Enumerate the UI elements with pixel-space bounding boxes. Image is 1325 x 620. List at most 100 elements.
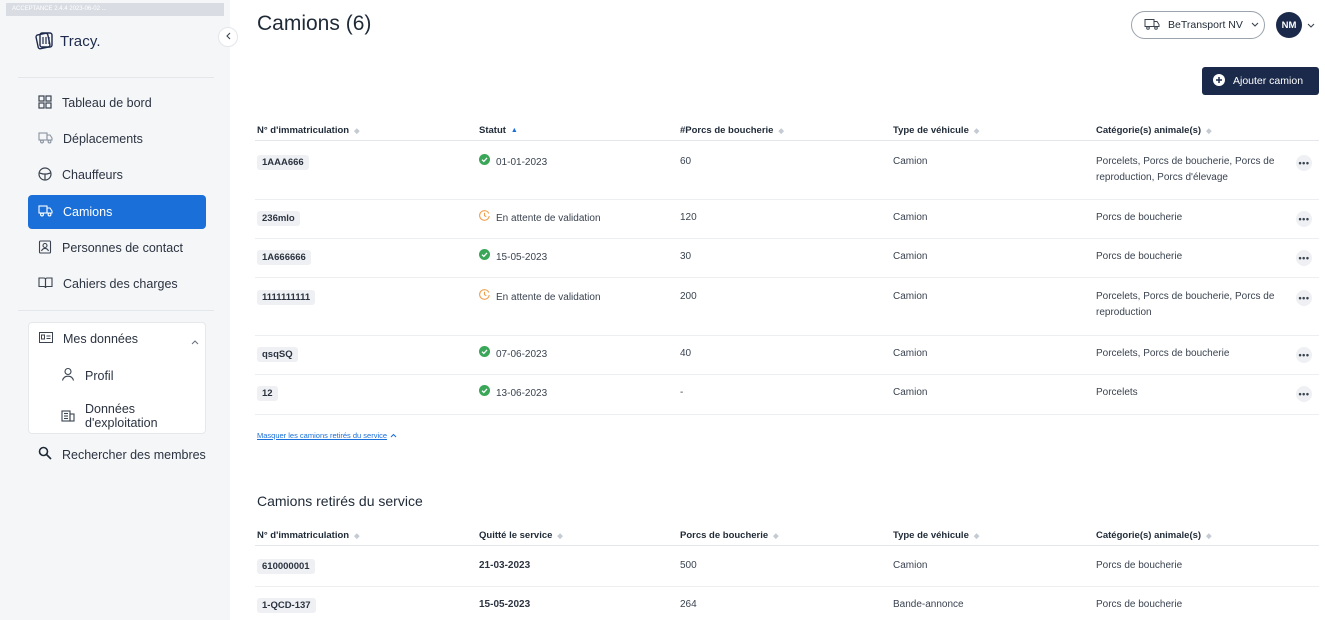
avatar[interactable]: NM (1276, 12, 1302, 38)
sidebar-collapse-button[interactable] (218, 27, 238, 47)
sidebar-item-dashboard[interactable]: Tableau de bord (28, 86, 206, 120)
my-data-label: Mes données (63, 332, 139, 346)
company-name: BeTransport NV (1168, 19, 1243, 31)
sort-icon: ◆ (773, 532, 779, 540)
sidebar-item-label: Personnes de contact (62, 241, 183, 255)
pigs-count: 30 (680, 251, 692, 262)
animal-categories: Porcelets, Porcs de boucherie, Porcs de … (1096, 291, 1275, 318)
column-header[interactable]: Catégorie(s) animale(s) ◆ (1096, 530, 1211, 541)
trucks-table-header: N° d'immatriculation ◆ Statut ▲ #Porcs de … (255, 121, 1319, 141)
chevron-down-icon[interactable] (1307, 20, 1315, 32)
chevron-up-icon (191, 334, 199, 348)
check-circle-icon (479, 249, 490, 266)
status-cell: En attente de validation (479, 289, 601, 306)
sidebar-divider (18, 310, 214, 311)
vehicle-type: Camion (893, 212, 928, 223)
column-header[interactable]: Type de véhicule ◆ (893, 530, 979, 541)
sort-icon: ◆ (354, 532, 360, 540)
animal-categories: Porcs de boucherie (1096, 560, 1183, 571)
column-label: Catégorie(s) animale(s) (1096, 530, 1202, 541)
sidebar-item-operation-data[interactable]: Données d'exploitation (61, 402, 205, 430)
hide-retired-link[interactable]: Masquer les camions retirés du service (257, 431, 397, 440)
sidebar-item-trips[interactable]: Déplacements (28, 122, 206, 156)
animal-categories: Porcs de boucherie (1096, 251, 1183, 262)
pigs-count: 200 (680, 291, 697, 302)
plate-number: 1A666666 (257, 250, 311, 265)
search-members-item[interactable]: Rechercher des membres (38, 446, 206, 463)
column-header[interactable]: Catégorie(s) animale(s) ◆ (1096, 125, 1211, 136)
id-card-icon (39, 332, 53, 346)
sort-icon: ◆ (973, 532, 980, 540)
sidebar-item-contacts[interactable]: Personnes de contact (28, 231, 206, 265)
table-row[interactable]: 1-QCD-137 15-05-2023 264 Bande-annonce P… (255, 587, 1319, 620)
pigs-count: 60 (680, 156, 692, 167)
sidebar-item-specifications[interactable]: Cahiers des charges (28, 267, 206, 301)
table-row[interactable]: qsqSQ 07-06-2023 40 Camion Porcelets, Po… (255, 336, 1319, 375)
column-header[interactable]: #Porcs de boucherie ◆ (680, 125, 784, 136)
table-row[interactable]: 1A666666 15-05-2023 30 Camion Porcs de b… (255, 239, 1319, 278)
row-actions-button[interactable]: ••• (1296, 290, 1312, 306)
pigs-count: 120 (680, 212, 697, 223)
table-row[interactable]: 610000001 21-03-2023 500 Camion Porcs de… (255, 548, 1319, 587)
table-row[interactable]: 236mlo En attente de validation 120 Cami… (255, 200, 1319, 239)
book-icon (38, 276, 53, 292)
search-icon (38, 446, 52, 463)
vehicle-type: Camion (893, 560, 928, 571)
status-cell: 01-01-2023 (479, 154, 547, 171)
retired-section-title: Camions retirés du service (257, 493, 423, 509)
row-actions-button[interactable]: ••• (1296, 155, 1312, 171)
building-icon (61, 408, 75, 425)
column-header[interactable]: Statut ▲ (479, 125, 518, 136)
table-row[interactable]: 12 13-06-2023 - Camion Porcelets ••• (255, 375, 1319, 415)
column-label: N° d'immatriculation (257, 125, 350, 136)
animal-categories: Porcelets, Porcs de boucherie, Porcs de … (1096, 156, 1275, 183)
check-circle-icon (479, 154, 490, 171)
pigs-count: - (680, 387, 684, 398)
row-actions-button[interactable]: ••• (1296, 347, 1312, 363)
sidebar-item-drivers[interactable]: Chauffeurs (28, 158, 206, 192)
status-text: 07-06-2023 (496, 348, 548, 360)
status-text: En attente de validation (496, 212, 601, 224)
sidebar-item-label: Déplacements (63, 132, 143, 146)
column-header[interactable]: Quitté le service ◆ (479, 530, 563, 541)
row-actions-button[interactable]: ••• (1296, 250, 1312, 266)
add-truck-button[interactable]: Ajouter camion (1202, 67, 1319, 95)
sort-icon: ◆ (1206, 532, 1212, 540)
my-data-toggle[interactable]: Mes données (39, 332, 199, 346)
sidebar-item-trucks[interactable]: Camions (28, 195, 206, 229)
retired-table-header: N° d'immatriculation ◆ Quitté le service ◆… (255, 526, 1319, 546)
dashboard-icon (38, 94, 52, 112)
column-header[interactable]: Porcs de boucherie ◆ (680, 530, 779, 541)
chevron-left-icon (225, 31, 231, 43)
plate-number: qsqSQ (257, 347, 298, 362)
column-header[interactable]: N° d'immatriculation ◆ (257, 530, 360, 541)
check-circle-icon (479, 346, 490, 363)
column-header[interactable]: Type de véhicule ◆ (893, 125, 979, 136)
table-row[interactable]: 1111111111 En attente de validation 200 … (255, 278, 1319, 336)
column-label: Catégorie(s) animale(s) (1096, 125, 1202, 136)
sidebar-item-profile[interactable]: Profil (61, 367, 113, 384)
app-logo[interactable]: Tracy. (34, 29, 101, 54)
row-actions-button[interactable]: ••• (1296, 211, 1312, 227)
sort-icon: ◆ (354, 127, 360, 135)
add-truck-label: Ajouter camion (1233, 75, 1304, 87)
sidebar-item-label: Chauffeurs (62, 168, 123, 182)
table-row[interactable]: 1AAA666 01-01-2023 60 Camion Porcelets, … (255, 143, 1319, 200)
sidebar-divider (18, 77, 214, 78)
company-selector[interactable]: BeTransport NV (1131, 11, 1265, 39)
sidebar-item-label: Données d'exploitation (85, 402, 158, 430)
chevron-up-icon (390, 431, 397, 440)
my-data-group: Mes données Profil Données d'exploitatio… (28, 322, 206, 434)
status-text: En attente de validation (496, 291, 601, 303)
status-cell: 13-06-2023 (479, 385, 547, 402)
sidebar-item-label: Tableau de bord (62, 96, 152, 110)
sidebar: ACCEPTANCE 2.4.4 2023-06-02 ... Tracy. T… (0, 0, 230, 620)
status-text: 15-05-2023 (496, 251, 548, 263)
truck-icon (1144, 18, 1160, 33)
page-title: Camions (6) (257, 12, 372, 35)
animal-categories: Porcs de boucherie (1096, 212, 1183, 223)
vehicle-type: Camion (893, 387, 928, 398)
column-header[interactable]: N° d'immatriculation ◆ (257, 125, 360, 136)
sort-icon: ◆ (1206, 127, 1212, 135)
row-actions-button[interactable]: ••• (1296, 386, 1312, 402)
